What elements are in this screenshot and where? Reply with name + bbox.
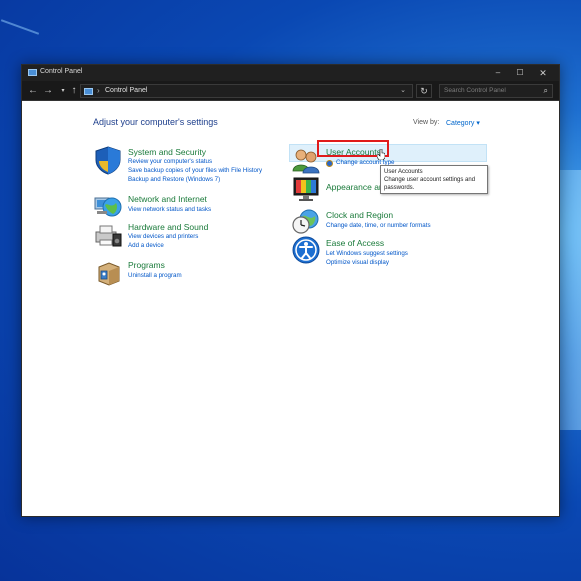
link-date-time-formats[interactable]: Change date, time, or number formats bbox=[326, 222, 431, 229]
view-by-label: View by: bbox=[413, 119, 440, 126]
control-panel-icon bbox=[28, 69, 37, 76]
minimize-button[interactable]: – bbox=[487, 66, 509, 80]
programs-box-icon bbox=[93, 257, 123, 287]
link-add-device[interactable]: Add a device bbox=[128, 242, 164, 249]
printer-speaker-icon bbox=[93, 220, 123, 250]
breadcrumb-control-panel[interactable]: Control Panel bbox=[105, 87, 147, 94]
link-devices-printers[interactable]: View devices and printers bbox=[128, 233, 198, 240]
shield-icon bbox=[93, 145, 123, 175]
ease-of-access-icon bbox=[291, 235, 321, 265]
clock-globe-icon bbox=[291, 206, 321, 236]
link-network-status[interactable]: View network status and tasks bbox=[128, 206, 211, 213]
tooltip-title: User Accounts bbox=[384, 169, 423, 175]
monitor-paint-icon bbox=[291, 174, 321, 204]
link-uninstall-program[interactable]: Uninstall a program bbox=[128, 272, 182, 279]
view-by-dropdown[interactable]: Category ▾ bbox=[446, 119, 480, 127]
user-accounts-tooltip: User Accounts Change user account settin… bbox=[380, 165, 488, 194]
category-title[interactable]: Appearance an bbox=[326, 182, 384, 192]
up-button[interactable]: ↑ bbox=[68, 84, 80, 98]
page-title: Adjust your computer's settings bbox=[93, 117, 218, 127]
desktop-light-streak bbox=[0, 19, 40, 35]
search-icon[interactable]: ⌕ bbox=[544, 86, 548, 96]
category-title[interactable]: Programs bbox=[128, 260, 165, 270]
control-panel-window: Control Panel – ☐ ✕ ← → ▾ ↑ › Control Pa… bbox=[21, 64, 560, 517]
search-placeholder: Search Control Panel bbox=[444, 87, 506, 94]
main-content: Adjust your computer's settings View by:… bbox=[22, 102, 559, 516]
link-optimize-visual[interactable]: Optimize visual display bbox=[326, 259, 389, 266]
category-title[interactable]: Ease of Access bbox=[326, 238, 384, 248]
window-title: Control Panel bbox=[40, 68, 83, 75]
uac-shield-icon bbox=[326, 160, 333, 167]
close-button[interactable]: ✕ bbox=[532, 66, 554, 80]
link-suggest-settings[interactable]: Let Windows suggest settings bbox=[326, 250, 408, 257]
control-panel-icon bbox=[84, 88, 93, 95]
chevron-down-icon[interactable]: ⌄ bbox=[400, 86, 406, 94]
category-title[interactable]: Hardware and Sound bbox=[128, 222, 208, 232]
link-file-history[interactable]: Save backup copies of your files with Fi… bbox=[128, 167, 262, 174]
refresh-button[interactable]: ↻ bbox=[416, 84, 432, 98]
back-button[interactable]: ← bbox=[27, 84, 39, 98]
category-title[interactable]: System and Security bbox=[128, 147, 206, 157]
category-title[interactable]: Network and Internet bbox=[128, 194, 207, 204]
title-bar[interactable]: Control Panel – ☐ ✕ bbox=[22, 65, 559, 81]
link-review-status[interactable]: Review your computer's status bbox=[128, 158, 212, 165]
search-input[interactable]: Search Control Panel ⌕ bbox=[439, 84, 553, 98]
chevron-right-icon: › bbox=[97, 86, 100, 95]
maximize-button[interactable]: ☐ bbox=[509, 66, 531, 80]
tooltip-body: Change user account settings and passwor… bbox=[384, 177, 476, 191]
hand-pointer-icon bbox=[377, 149, 385, 160]
network-globe-icon bbox=[93, 190, 123, 220]
link-backup-restore[interactable]: Backup and Restore (Windows 7) bbox=[128, 176, 220, 183]
address-field[interactable]: › Control Panel ⌄ bbox=[80, 84, 413, 98]
forward-button[interactable]: → bbox=[42, 84, 54, 98]
address-bar: ← → ▾ ↑ › Control Panel ⌄ ↻ Search Contr… bbox=[22, 81, 559, 101]
category-title[interactable]: Clock and Region bbox=[326, 210, 393, 220]
